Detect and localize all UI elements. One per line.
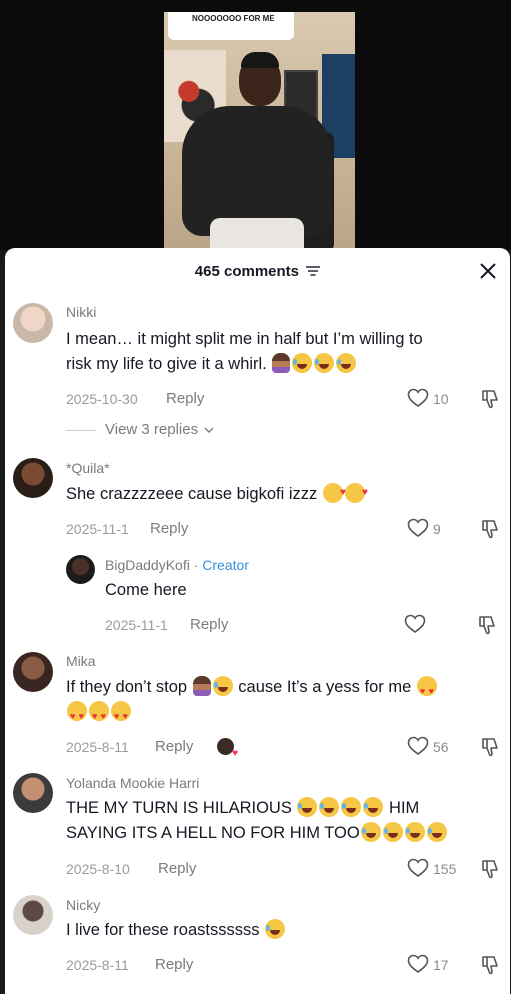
laughing-emoji <box>426 822 447 842</box>
comment-date: 2025-11-1 <box>66 521 129 537</box>
avatar[interactable] <box>13 458 53 498</box>
thumbs-down-icon[interactable] <box>480 954 502 976</box>
comment-text-part1: THE MY TURN IS HILARIOUS <box>66 799 292 817</box>
person-pants <box>210 218 304 252</box>
smiling-face-with-hearts-emoji <box>344 480 368 505</box>
comment-username[interactable]: *Quila* <box>66 460 110 476</box>
comments-count: 465 comments <box>194 263 300 280</box>
comment-text: I live for these roastssssss <box>66 918 496 943</box>
comment-text: THE MY TURN IS HILARIOUS HIM SAYING ITS … <box>66 796 506 846</box>
heart-eyes-emoji <box>89 701 109 729</box>
heart-eyes-emoji <box>416 676 437 704</box>
reply-button[interactable]: Reply <box>155 738 193 755</box>
avatar[interactable] <box>13 895 53 935</box>
reply-username-row: BigDaddyKofi · Creator <box>105 557 249 573</box>
chevron-down-icon <box>204 427 214 434</box>
heart-eyes-emoji <box>111 701 131 729</box>
creator-badge: Creator <box>202 557 249 573</box>
laughing-emoji <box>212 676 233 696</box>
smiling-face-with-hearts-emoji <box>322 480 346 505</box>
avatar[interactable] <box>13 652 53 692</box>
reply-username[interactable]: BigDaddyKofi <box>105 557 190 573</box>
reply-button[interactable]: Reply <box>155 956 193 973</box>
laughing-emoji <box>265 919 286 939</box>
reply-button[interactable]: Reply <box>166 390 204 407</box>
reply-button[interactable]: Reply <box>190 616 228 633</box>
comment-text-line1: I mean… it might split me in half but I’… <box>66 330 423 348</box>
heart-eyes-emoji <box>67 701 87 729</box>
separator-dot: · <box>193 557 199 573</box>
heart-outline-icon[interactable] <box>407 518 429 538</box>
laughing-emoji <box>319 797 340 817</box>
laughing-emoji <box>363 797 384 817</box>
comment-username[interactable]: Yolanda Mookie Harri <box>66 775 199 791</box>
person-body <box>182 106 332 236</box>
like-count: 9 <box>433 521 441 537</box>
close-icon[interactable] <box>478 261 498 281</box>
comment-username[interactable]: Nikki <box>66 304 96 320</box>
laughing-emoji <box>360 822 381 842</box>
heart-outline-icon[interactable] <box>407 388 429 408</box>
like-count: 17 <box>433 957 449 973</box>
reply-button[interactable]: Reply <box>150 520 188 537</box>
laughing-emoji <box>297 797 318 817</box>
comment-text-body: I live for these roastssssss <box>66 921 260 939</box>
person-shrug-emoji <box>272 353 291 373</box>
comment-text: She crazzzzeee cause bigkofi izzz <box>66 480 496 507</box>
thumbs-down-icon[interactable] <box>480 736 502 758</box>
avatar[interactable] <box>13 303 53 343</box>
heart-outline-icon[interactable] <box>407 954 429 974</box>
comments-sheet: 465 comments Nikki I mean… it might spli… <box>5 248 510 994</box>
person-cap <box>241 52 279 68</box>
comment-text: I mean… it might split me in half but I’… <box>66 327 496 377</box>
comment-text-line2: SAYING ITS A HELL NO FOR HIM TOO <box>66 824 360 842</box>
view-replies-button[interactable]: View 3 replies <box>66 421 214 438</box>
comments-title[interactable]: 465 comments <box>5 263 510 280</box>
laughing-emoji <box>336 353 357 373</box>
thumbs-down-icon[interactable] <box>480 388 502 410</box>
heart-outline-icon[interactable] <box>407 858 429 878</box>
comment-text-part1: If they don’t stop <box>66 678 188 696</box>
reply-button[interactable]: Reply <box>158 860 196 877</box>
thumbs-down-icon[interactable] <box>480 858 502 880</box>
laughing-emoji <box>314 353 335 373</box>
thumbs-down-icon[interactable] <box>477 614 499 636</box>
reply-text: Come here <box>105 581 187 599</box>
heart-outline-icon[interactable] <box>404 614 426 634</box>
heart-outline-icon[interactable] <box>407 736 429 756</box>
like-count: 10 <box>433 391 449 407</box>
like-count: 155 <box>433 861 457 877</box>
laughing-emoji <box>404 822 425 842</box>
comment-username[interactable]: Nicky <box>66 897 100 913</box>
comment-date: 2025-8-11 <box>66 957 129 973</box>
comment-username[interactable]: Mika <box>66 653 96 669</box>
comment-text-body: She crazzzzeee cause bigkofi izzz <box>66 485 318 503</box>
video-player[interactable]: NOOOOOOO FOR ME <box>0 0 511 252</box>
rolling-laughing-emoji <box>341 797 362 817</box>
comments-header: 465 comments <box>5 248 510 294</box>
avatar[interactable] <box>66 555 95 584</box>
comment-date: 2025-8-11 <box>66 739 129 755</box>
woman-facepalming-emoji <box>192 676 211 696</box>
comment-text: If they don’t stop cause It’s a yess for… <box>66 675 506 729</box>
like-count: 56 <box>433 739 449 755</box>
comment-date: 2025-8-10 <box>66 861 130 877</box>
laughing-emoji <box>292 353 313 373</box>
avatar[interactable] <box>13 773 53 813</box>
laughing-emoji <box>382 822 403 842</box>
comment-text-part2: HIM <box>389 799 420 817</box>
comment-text-part2: cause It’s a yess for me <box>238 678 412 696</box>
creator-liked-badge <box>217 738 238 759</box>
filter-icon[interactable] <box>306 266 321 276</box>
thumbs-down-icon[interactable] <box>480 518 502 540</box>
comment-date: 2025-10-30 <box>66 391 138 407</box>
view-replies-label: View 3 replies <box>105 421 199 438</box>
comment-text-line2: risk my life to give it a whirl. <box>66 355 267 373</box>
video-frame[interactable]: NOOOOOOO FOR ME <box>164 12 355 252</box>
reply-date: 2025-11-1 <box>105 617 168 633</box>
divider <box>66 429 96 431</box>
video-caption: NOOOOOOO FOR ME <box>168 12 294 40</box>
